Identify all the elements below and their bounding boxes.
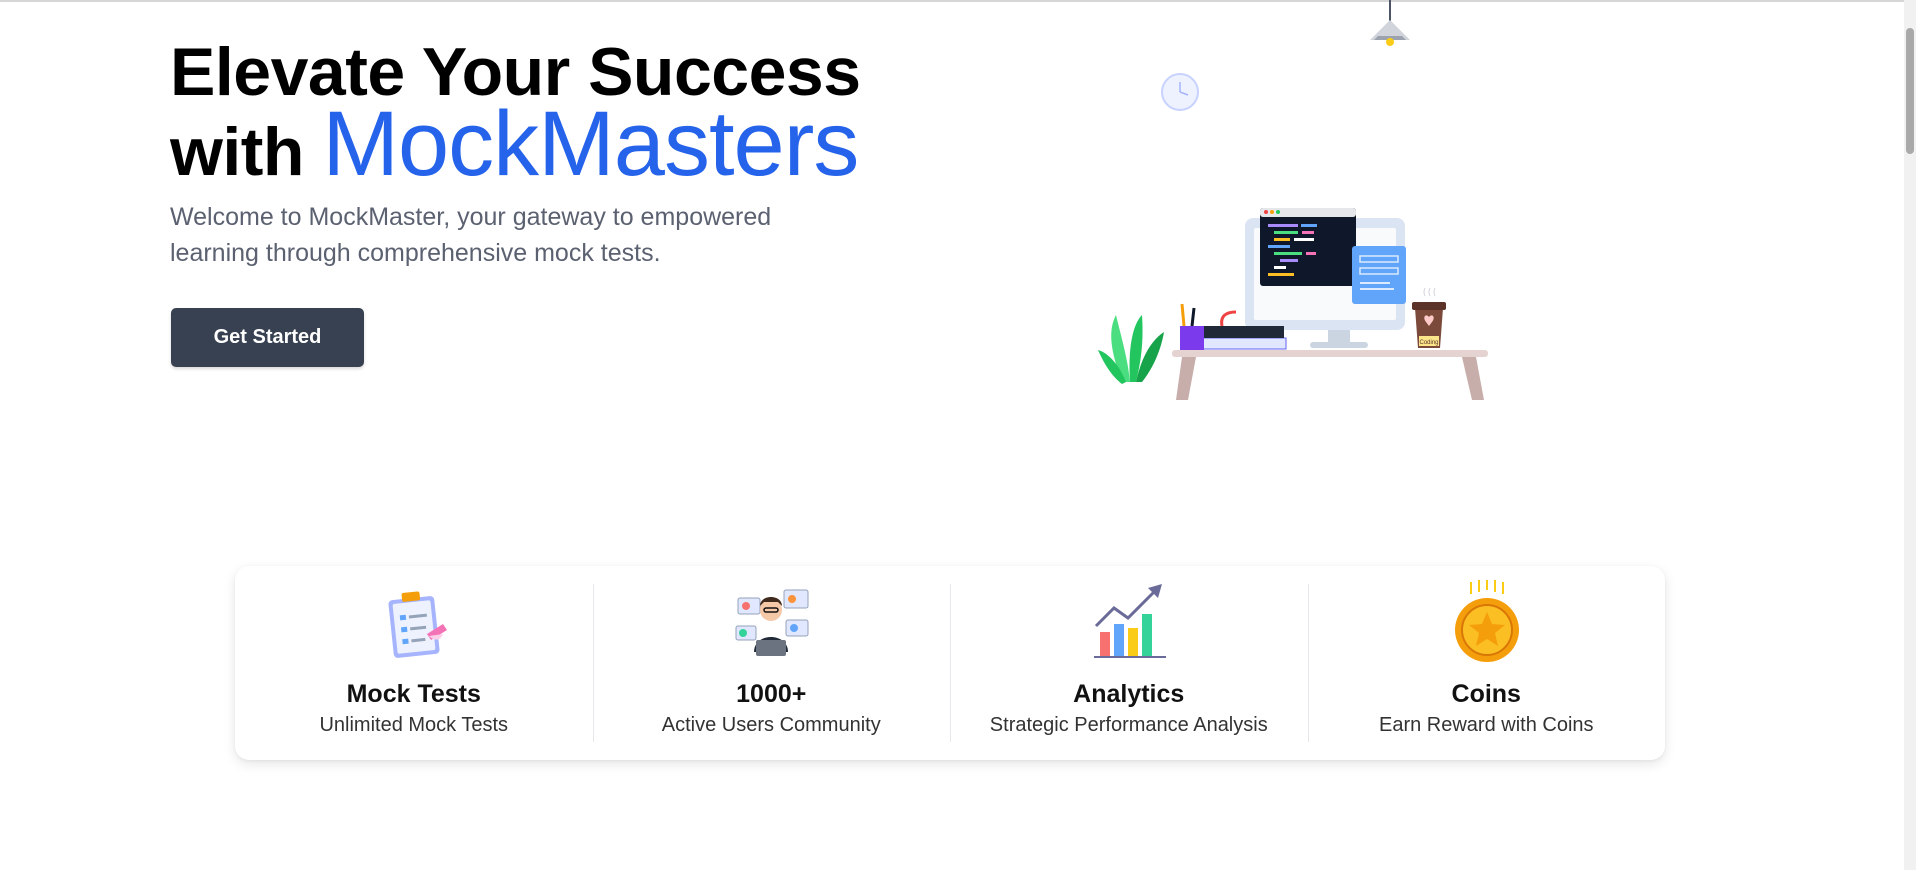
stat-caption: Strategic Performance Analysis [989, 714, 1268, 736]
stats-card: Mock Tests Unlimited Mock Tests 1000+ Ac [235, 566, 1665, 760]
hero-title-with: with [170, 114, 323, 190]
landing-page: Elevate Your Success with MockMasters We… [0, 0, 1904, 870]
stat-analytics: Analytics Strategic Performance Analysis [950, 566, 1308, 760]
stat-caption: Unlimited Mock Tests [319, 714, 509, 736]
coffee-cup-label: Coding [1419, 340, 1438, 346]
stat-mock-tests: Mock Tests Unlimited Mock Tests [235, 566, 593, 760]
community-icon [735, 589, 809, 656]
vertical-scrollbar[interactable] [1904, 0, 1916, 870]
clipboard-icon [388, 591, 447, 658]
scrollbar-thumb[interactable] [1906, 28, 1914, 154]
stat-active-users: 1000+ Active Users Community [592, 566, 951, 760]
hero-title: Elevate Your Success with MockMasters [170, 36, 861, 190]
stat-caption: Earn Reward with Coins [1378, 714, 1594, 736]
hero-subtitle: Welcome to MockMaster, your gateway to e… [170, 203, 772, 267]
stat-coins: Coins Earn Reward with Coins [1307, 566, 1666, 760]
stat-title: Coins [1451, 680, 1521, 708]
star-coin-icon [1455, 580, 1520, 662]
growth-chart-icon [1093, 584, 1166, 658]
stat-title: 1000+ [736, 680, 807, 708]
hero-title-line2: with MockMasters [170, 98, 861, 190]
desk-workspace-illustration: Coding [1098, 0, 1488, 400]
brand-name: MockMasters [322, 93, 859, 195]
get-started-button[interactable]: Get Started [171, 308, 364, 367]
stat-title: Analytics [1073, 680, 1185, 708]
stat-title: Mock Tests [346, 680, 481, 708]
stat-caption: Active Users Community [661, 714, 881, 736]
